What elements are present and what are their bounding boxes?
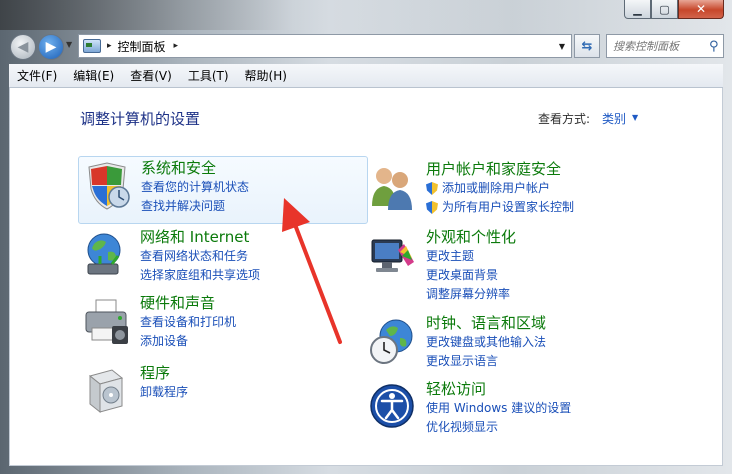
caption-buttons: ▁ ▢ ✕	[624, 0, 724, 20]
menu-view[interactable]: 查看(V)	[122, 67, 180, 84]
change-display-language-link[interactable]: 更改显示语言	[426, 352, 546, 371]
address-dropdown-icon[interactable]: ▼	[553, 35, 571, 57]
breadcrumb-separator[interactable]: ▸	[107, 41, 112, 51]
forward-button[interactable]: ▶	[38, 34, 64, 60]
programs-box-icon	[82, 366, 132, 416]
menu-help[interactable]: 帮助(H)	[237, 67, 295, 84]
view-network-status-link[interactable]: 查看网络状态和任务	[140, 247, 260, 266]
category-ease-of-access[interactable]: 轻松访问 使用 Windows 建议的设置 优化视频显示	[364, 378, 654, 448]
annotation-arrow-icon	[282, 198, 342, 344]
breadcrumb-control-panel[interactable]: 控制面板	[118, 38, 166, 55]
devices-printers-link[interactable]: 查看设备和打印机	[140, 313, 236, 332]
category-title-link[interactable]: 硬件和声音	[140, 293, 236, 313]
uac-shield-icon	[426, 182, 438, 195]
content-pane: 调整计算机的设置 查看方式: 类别 ▼ 系统和安全 查看您的计算机状态 查找并解…	[9, 88, 723, 466]
monitor-palette-icon	[368, 230, 418, 280]
page-title: 调整计算机的设置	[80, 110, 201, 128]
close-button[interactable]: ✕	[678, 0, 724, 19]
minimize-button[interactable]: ▁	[624, 0, 651, 19]
network-globe-icon	[82, 230, 132, 280]
category-text: 时钟、语言和区域 更改键盘或其他输入法 更改显示语言	[426, 313, 546, 371]
back-arrow-icon: ◀	[17, 39, 29, 55]
refresh-button[interactable]: ⇆	[574, 34, 600, 58]
view-computer-status-link[interactable]: 查看您的计算机状态	[141, 178, 249, 197]
search-icon[interactable]: ⚲	[709, 39, 719, 54]
forward-arrow-icon: ▶	[45, 39, 57, 55]
category-text: 轻松访问 使用 Windows 建议的设置 优化视频显示	[426, 379, 571, 437]
screen-resolution-link[interactable]: 调整屏幕分辨率	[426, 285, 516, 304]
category-title-link[interactable]: 系统和安全	[141, 158, 249, 178]
clock-globe-icon	[368, 316, 418, 366]
title-bar: ▁ ▢ ✕	[0, 0, 732, 30]
chevron-down-icon[interactable]: ▼	[632, 113, 638, 122]
category-title-link[interactable]: 用户帐户和家庭安全	[426, 159, 574, 179]
category-text: 网络和 Internet 查看网络状态和任务 选择家庭组和共享选项	[140, 227, 260, 285]
users-icon	[368, 162, 418, 212]
menu-bar: 文件(F) 编辑(E) 查看(V) 工具(T) 帮助(H)	[9, 64, 723, 88]
printer-icon	[82, 296, 132, 346]
category-title-link[interactable]: 轻松访问	[426, 379, 571, 399]
optimize-video-display-link[interactable]: 优化视频显示	[426, 418, 571, 437]
address-bar[interactable]: ▸ 控制面板 ▸ ▼	[78, 34, 572, 58]
link-label: 添加或删除用户帐户	[442, 181, 551, 195]
breadcrumb-separator-end[interactable]: ▸	[174, 41, 179, 51]
category-title-link[interactable]: 时钟、语言和区域	[426, 313, 546, 333]
view-by-dropdown[interactable]: 类别	[602, 110, 626, 127]
menu-edit[interactable]: 编辑(E)	[65, 67, 122, 84]
category-text: 用户帐户和家庭安全 添加或删除用户帐户 为所有用户设置家长控制	[426, 159, 574, 217]
add-remove-accounts-link[interactable]: 添加或删除用户帐户	[426, 179, 574, 198]
change-background-link[interactable]: 更改桌面背景	[426, 266, 516, 285]
parental-controls-link[interactable]: 为所有用户设置家长控制	[426, 198, 574, 217]
category-title-link[interactable]: 程序	[140, 363, 188, 383]
control-panel-icon	[83, 39, 101, 53]
search-box[interactable]: ⚲	[606, 34, 724, 58]
category-text: 硬件和声音 查看设备和打印机 添加设备	[140, 293, 236, 351]
uninstall-program-link[interactable]: 卸载程序	[140, 383, 188, 402]
category-clock-region[interactable]: 时钟、语言和区域 更改键盘或其他输入法 更改显示语言	[364, 312, 654, 382]
ease-of-access-icon	[368, 382, 418, 432]
add-device-link[interactable]: 添加设备	[140, 332, 236, 351]
maximize-button[interactable]: ▢	[651, 0, 678, 19]
troubleshoot-problems-link[interactable]: 查找并解决问题	[141, 197, 249, 216]
homegroup-sharing-link[interactable]: 选择家庭组和共享选项	[140, 266, 260, 285]
back-button[interactable]: ◀	[10, 34, 36, 60]
link-label: 为所有用户设置家长控制	[442, 200, 575, 214]
category-programs[interactable]: 程序 卸载程序	[78, 362, 368, 432]
address-row: ◀ ▶ ▼ ▸ 控制面板 ▸ ▼ ⇆ ⚲	[0, 30, 732, 62]
view-by-label: 查看方式:	[538, 112, 591, 126]
system-security-shield-icon	[83, 161, 133, 211]
category-appearance[interactable]: 外观和个性化 更改主题 更改桌面背景 调整屏幕分辨率	[364, 226, 654, 306]
recent-pages-dropdown[interactable]: ▼	[66, 40, 72, 49]
menu-tools[interactable]: 工具(T)	[180, 67, 237, 84]
refresh-icon: ⇆	[581, 38, 593, 54]
category-title-link[interactable]: 网络和 Internet	[140, 227, 260, 247]
category-user-accounts[interactable]: 用户帐户和家庭安全 添加或删除用户帐户 为所有用户设置家长控制	[364, 158, 654, 228]
uac-shield-icon	[426, 201, 438, 214]
change-keyboard-link[interactable]: 更改键盘或其他输入法	[426, 333, 546, 352]
category-text: 系统和安全 查看您的计算机状态 查找并解决问题	[141, 158, 249, 216]
menu-file[interactable]: 文件(F)	[9, 67, 65, 84]
search-input[interactable]	[613, 39, 705, 53]
category-title-link[interactable]: 外观和个性化	[426, 227, 516, 247]
change-theme-link[interactable]: 更改主题	[426, 247, 516, 266]
category-text: 外观和个性化 更改主题 更改桌面背景 调整屏幕分辨率	[426, 227, 516, 304]
category-text: 程序 卸载程序	[140, 363, 188, 402]
recommended-settings-link[interactable]: 使用 Windows 建议的设置	[426, 399, 571, 418]
